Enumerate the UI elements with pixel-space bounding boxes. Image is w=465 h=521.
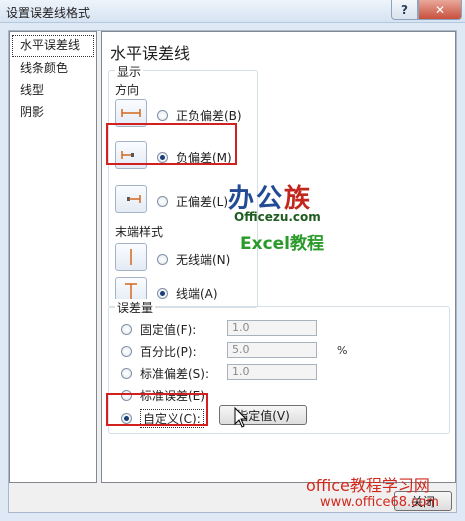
fixed-value-field[interactable]: 1.0 (227, 320, 317, 336)
option-no-cap[interactable]: 无线端(N) (157, 251, 230, 268)
nav-item-horizontal-error-bars[interactable]: 水平误差线 (12, 35, 94, 57)
dialog-window: 设置误差线格式 ? ✕ 水平误差线 线条颜色 线型 阴影 水平误差线 显示 方向 (0, 0, 465, 521)
option-percentage-label: 百分比(P): (140, 345, 197, 359)
option-both-label: 正负偏差(B) (176, 109, 242, 123)
radio-both[interactable] (157, 110, 168, 121)
nav-item-line-style[interactable]: 线型 (10, 79, 96, 101)
specify-value-button[interactable]: 指定值(V) (219, 405, 307, 425)
nav-item-line-color[interactable]: 线条颜色 (10, 57, 96, 79)
highlight-custom-option (106, 393, 208, 426)
option-percentage[interactable]: 百分比(P): (121, 343, 197, 360)
radio-plus[interactable] (157, 196, 168, 207)
radio-percentage[interactable] (121, 346, 132, 357)
option-fixed-value-label: 固定值(F): (140, 323, 197, 337)
option-both[interactable]: 正负偏差(B) (157, 107, 242, 124)
category-nav: 水平误差线 线条颜色 线型 阴影 (9, 31, 97, 483)
percent-unit: % (337, 344, 348, 357)
option-std-dev[interactable]: 标准偏差(S): (121, 365, 209, 382)
option-plus-label: 正偏差(L) (176, 195, 229, 209)
close-window-button[interactable]: ✕ (418, 0, 462, 20)
radio-no-cap[interactable] (157, 254, 168, 265)
title-bar: 设置误差线格式 ? ✕ (0, 0, 465, 23)
display-group-label: 显示 (115, 63, 144, 80)
radio-std-dev[interactable] (121, 368, 132, 379)
watermark-site: Officezu.com (234, 210, 321, 224)
error-amount-group-label: 误差量 (115, 299, 156, 316)
radio-cap[interactable] (157, 288, 168, 299)
dialog-content: 水平误差线 线条颜色 线型 阴影 水平误差线 显示 方向 正负偏差(B) 负偏差… (8, 30, 457, 513)
end-style-label: 末端样式 (115, 225, 164, 239)
no-cap-icon (115, 243, 147, 271)
percentage-field[interactable]: 5.0 (227, 342, 317, 358)
panel-title: 水平误差线 (110, 44, 191, 63)
help-button[interactable]: ? (391, 0, 418, 20)
highlight-minus-option (106, 123, 237, 165)
option-plus[interactable]: 正偏差(L) (157, 193, 228, 210)
watermark-excel-tag: Excel教程 (240, 234, 325, 254)
option-cap[interactable]: 线端(A) (157, 285, 218, 302)
radio-fixed-value[interactable] (121, 324, 132, 335)
direction-label: 方向 (115, 83, 140, 97)
plus-direction-icon (115, 185, 147, 213)
mouse-pointer-icon (234, 407, 248, 428)
watermark-bottom-title: office教程学习网 (306, 476, 430, 495)
option-cap-label: 线端(A) (176, 287, 218, 301)
option-std-dev-label: 标准偏差(S): (140, 367, 210, 381)
window-title: 设置误差线格式 (6, 6, 91, 20)
std-dev-field[interactable]: 1.0 (227, 364, 317, 380)
option-fixed-value[interactable]: 固定值(F): (121, 321, 196, 338)
watermark-bottom-url: www.office68.com (320, 495, 439, 510)
option-no-cap-label: 无线端(N) (176, 253, 231, 267)
nav-item-shadow[interactable]: 阴影 (10, 101, 96, 123)
